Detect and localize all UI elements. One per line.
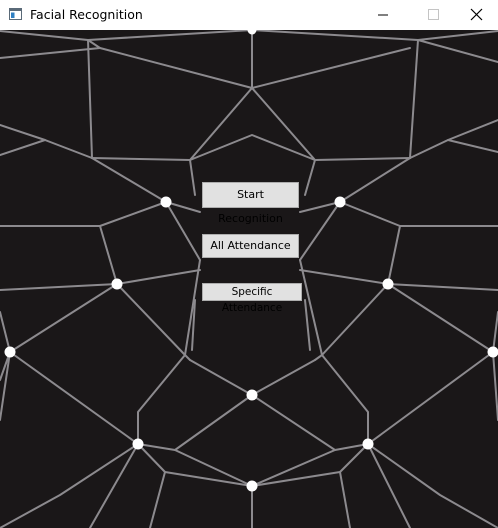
app-window: Facial Recognition Start Recognition All… — [0, 0, 498, 528]
minimize-button[interactable] — [360, 0, 406, 30]
close-icon — [470, 8, 483, 21]
start-recognition-button[interactable]: Start Recognition — [202, 182, 299, 225]
title-bar[interactable]: Facial Recognition — [0, 0, 498, 30]
close-button[interactable] — [452, 0, 498, 30]
face-mesh-background — [0, 30, 498, 528]
app-icon — [9, 8, 22, 20]
specific-attendance-button[interactable]: Specific Attendance — [202, 283, 302, 314]
window-title: Facial Recognition — [30, 7, 143, 22]
maximize-icon — [428, 9, 439, 20]
all-attendance-button[interactable]: All Attendance — [202, 234, 299, 258]
minimize-icon — [378, 14, 388, 16]
maximize-button[interactable] — [406, 0, 452, 30]
